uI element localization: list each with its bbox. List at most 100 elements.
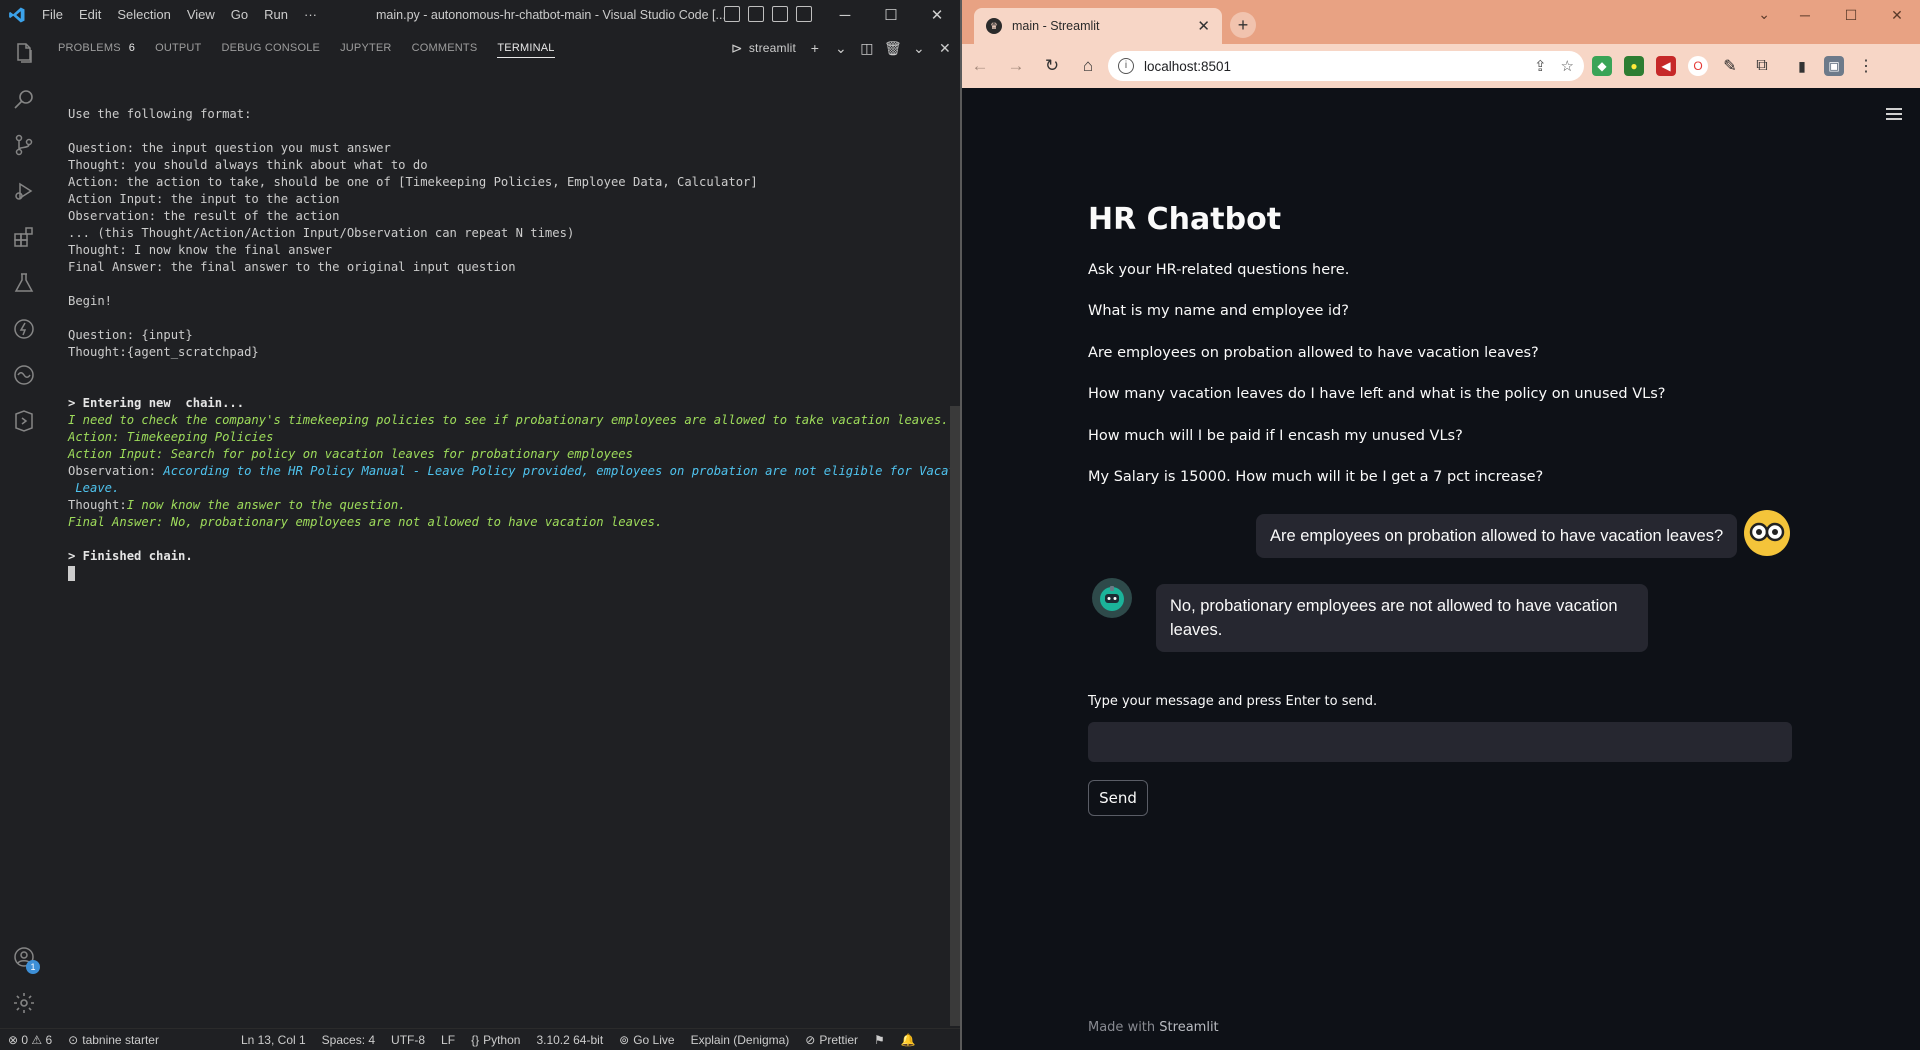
terminal-line-text: Action: Timekeeping Policies <box>68 430 274 444</box>
toggle-panel-icon[interactable] <box>748 6 764 22</box>
run-debug-icon[interactable] <box>0 168 48 214</box>
back-arrow-icon[interactable]: ← <box>962 44 998 88</box>
tab-jupyter[interactable]: JUPYTER <box>330 30 402 66</box>
accounts-icon[interactable]: 1 <box>0 934 48 980</box>
terminal-selector[interactable]: ⊳ streamlit <box>730 40 796 56</box>
opera-extension-icon[interactable]: O <box>1688 56 1708 76</box>
close-panel-icon[interactable]: ✕ <box>938 40 952 56</box>
terminal-cursor <box>68 566 75 581</box>
minimize-icon[interactable]: ─ <box>822 0 868 30</box>
settings-gear-icon[interactable] <box>0 980 48 1026</box>
terminal-line: I need to check the company's timekeepin… <box>68 412 949 429</box>
source-control-icon[interactable] <box>0 122 48 168</box>
explorer-icon[interactable] <box>0 30 48 76</box>
share-icon[interactable]: ⇪ <box>1534 57 1547 75</box>
terminal-output[interactable]: Use the following format: Question: the i… <box>68 106 978 582</box>
menu-edit[interactable]: Edit <box>71 0 109 30</box>
browser-minimize-icon[interactable]: ─ <box>1782 0 1828 30</box>
tab-problems[interactable]: PROBLEMS 6 <box>48 30 145 66</box>
hamburger-menu-icon[interactable] <box>1886 108 1902 123</box>
megaphone-extension-icon[interactable]: ◀ <box>1656 56 1676 76</box>
search-icon[interactable] <box>0 76 48 122</box>
terminal-line-text: Action Input: Search for policy on vacat… <box>68 447 633 461</box>
panel-tabs: PROBLEMS 6 OUTPUT DEBUG CONSOLE JUPYTER C… <box>48 30 960 66</box>
chat-input-label: Type your message and press Enter to sen… <box>1088 694 1378 709</box>
customize-layout-icon[interactable] <box>796 6 812 22</box>
remote-explorer-icon[interactable] <box>0 398 48 444</box>
problems-count: 6 <box>128 42 136 54</box>
menu-go[interactable]: Go <box>223 0 256 30</box>
trash-icon[interactable]: 🗑 <box>884 40 902 56</box>
extensions-icon[interactable] <box>0 214 48 260</box>
status-problems[interactable]: ⊗ 0 ⚠ 6 <box>0 1033 60 1047</box>
collapse-panel-icon[interactable]: ⌄ <box>912 40 926 56</box>
chevron-down-icon[interactable]: ⌄ <box>834 40 848 56</box>
menu-file[interactable]: File <box>34 0 71 30</box>
globe-extension-icon[interactable]: ● <box>1624 56 1644 76</box>
feedback-icon[interactable]: ⚑ <box>866 1033 893 1047</box>
menu-run[interactable]: Run <box>256 0 296 30</box>
forward-arrow-icon[interactable]: → <box>998 44 1034 88</box>
terminal-line-prefix: Observation: <box>68 464 164 478</box>
terminal-line: Thought: you should always think about w… <box>68 157 948 174</box>
home-icon[interactable]: ⌂ <box>1070 44 1106 88</box>
status-prettier[interactable]: ⊘ Prettier <box>797 1033 866 1047</box>
status-position[interactable]: Ln 13, Col 1 <box>233 1033 314 1047</box>
wave-icon[interactable] <box>0 352 48 398</box>
status-golive[interactable]: ⊚ Go Live <box>611 1033 682 1047</box>
send-button[interactable]: Send <box>1088 780 1148 816</box>
status-eol[interactable]: LF <box>433 1033 463 1047</box>
tab-comments[interactable]: COMMENTS <box>402 30 488 66</box>
lightning-icon[interactable] <box>0 306 48 352</box>
profile-avatar-icon[interactable]: ▣ <box>1824 56 1844 76</box>
status-interpreter[interactable]: 3.10.2 64-bit <box>528 1033 611 1047</box>
terminal-line-text: I now know the answer to the question. <box>126 498 406 512</box>
split-terminal-icon[interactable]: ◫ <box>860 40 874 56</box>
vscode-window: File Edit Selection View Go Run ··· main… <box>0 0 978 1050</box>
status-encoding[interactable]: UTF-8 <box>383 1033 433 1047</box>
menu-view[interactable]: View <box>179 0 223 30</box>
status-language[interactable]: {} Python <box>463 1033 528 1047</box>
browser-tab[interactable]: ♛ main - Streamlit ✕ <box>974 8 1222 44</box>
new-terminal-icon[interactable]: + <box>808 40 822 56</box>
toggle-secondary-sidebar-icon[interactable] <box>772 6 788 22</box>
footer-streamlit-link[interactable]: Streamlit <box>1159 1020 1218 1035</box>
side-panel-icon[interactable]: ▮ <box>1792 56 1812 76</box>
menu-more[interactable]: ··· <box>296 0 325 30</box>
tab-output[interactable]: OUTPUT <box>145 30 211 66</box>
chrome-menu-icon[interactable]: ⋮ <box>1856 56 1876 76</box>
maximize-icon[interactable]: ☐ <box>868 0 914 30</box>
shield-extension-icon[interactable]: ◆ <box>1592 56 1612 76</box>
address-bar[interactable]: i localhost:8501 ⇪ ☆ <box>1108 51 1584 81</box>
toggle-primary-sidebar-icon[interactable] <box>724 6 740 22</box>
activity-bar: 1 <box>0 30 48 1029</box>
close-icon[interactable]: ✕ <box>914 0 960 30</box>
bookmark-star-icon[interactable]: ☆ <box>1561 57 1574 75</box>
testing-icon[interactable] <box>0 260 48 306</box>
vscode-logo-icon <box>0 0 34 30</box>
accounts-badge: 1 <box>26 960 40 974</box>
status-explain[interactable]: Explain (Denigma) <box>683 1033 798 1047</box>
puzzle-extensions-icon[interactable]: ⧉ <box>1752 56 1772 76</box>
tab-jupyter-label: JUPYTER <box>340 42 392 54</box>
status-tabnine[interactable]: ⊙ tabnine starter <box>60 1033 167 1047</box>
browser-maximize-icon[interactable]: ☐ <box>1828 0 1874 30</box>
tab-debug-console[interactable]: DEBUG CONSOLE <box>211 30 330 66</box>
site-info-icon[interactable]: i <box>1118 58 1134 74</box>
reload-icon[interactable]: ↻ <box>1034 44 1070 88</box>
tab-search-chevron-icon[interactable]: ⌄ <box>1758 6 1770 23</box>
terminal-line: Leave. <box>68 480 948 497</box>
tab-terminal[interactable]: TERMINAL <box>487 30 564 66</box>
status-spaces[interactable]: Spaces: 4 <box>314 1033 383 1047</box>
browser-close-icon[interactable]: ✕ <box>1874 0 1920 30</box>
feather-extension-icon[interactable]: ✎ <box>1720 56 1740 76</box>
terminal-scrollbar[interactable] <box>950 406 960 1026</box>
terminal-line-text: Final Answer: the final answer to the or… <box>68 260 516 274</box>
menu-selection[interactable]: Selection <box>109 0 178 30</box>
new-tab-icon[interactable]: + <box>1230 12 1256 38</box>
notifications-bell-icon[interactable]: 🔔 <box>893 1033 924 1047</box>
chat-input[interactable] <box>1088 722 1792 762</box>
tab-close-icon[interactable]: ✕ <box>1197 17 1210 35</box>
tab-terminal-label: TERMINAL <box>497 42 555 54</box>
